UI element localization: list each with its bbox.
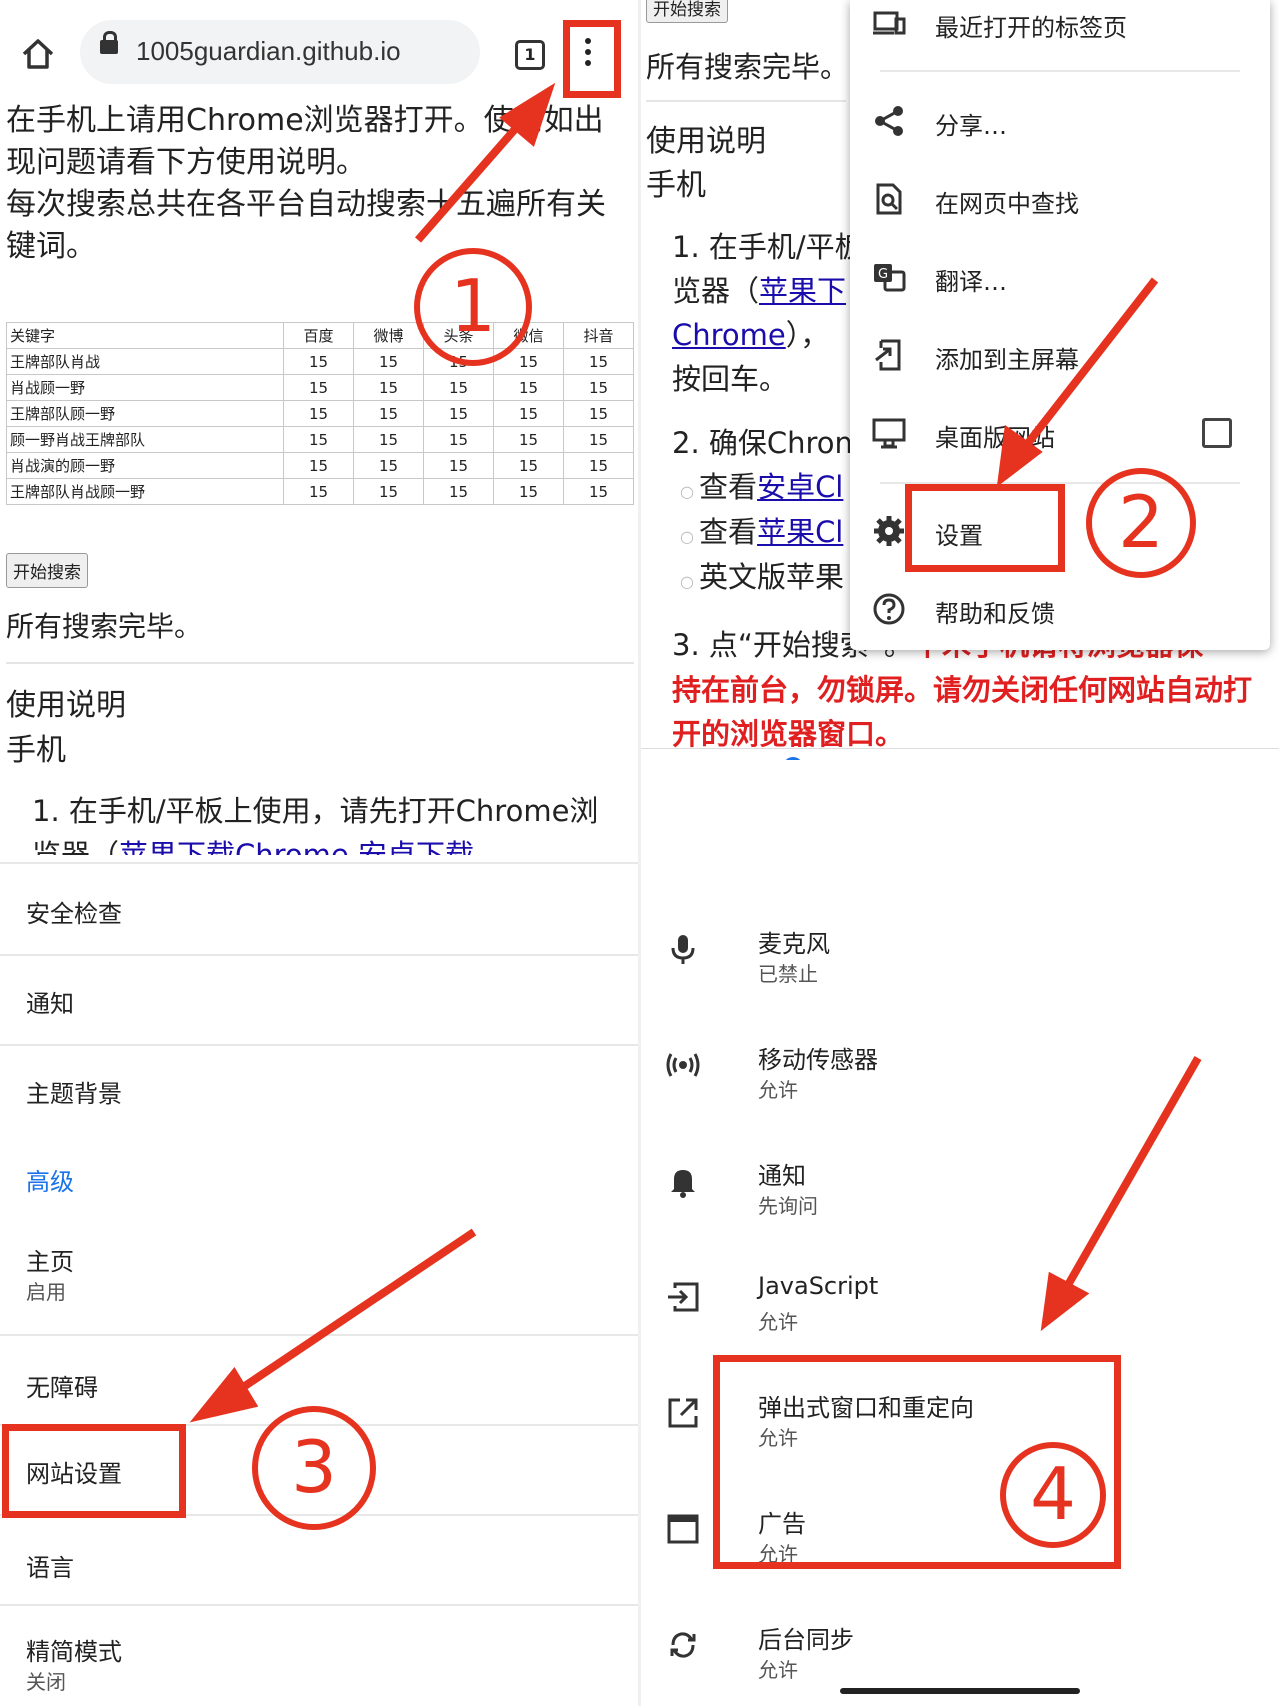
arrow-4-head (1040, 1271, 1090, 1332)
arrow-3 (227, 1228, 477, 1400)
arrow-4 (1060, 1056, 1202, 1294)
annotation-arrows (189, 82, 1202, 1423)
arrow-3-head (189, 1367, 259, 1423)
arrow-2 (1014, 277, 1159, 459)
arrow-1 (414, 109, 534, 243)
